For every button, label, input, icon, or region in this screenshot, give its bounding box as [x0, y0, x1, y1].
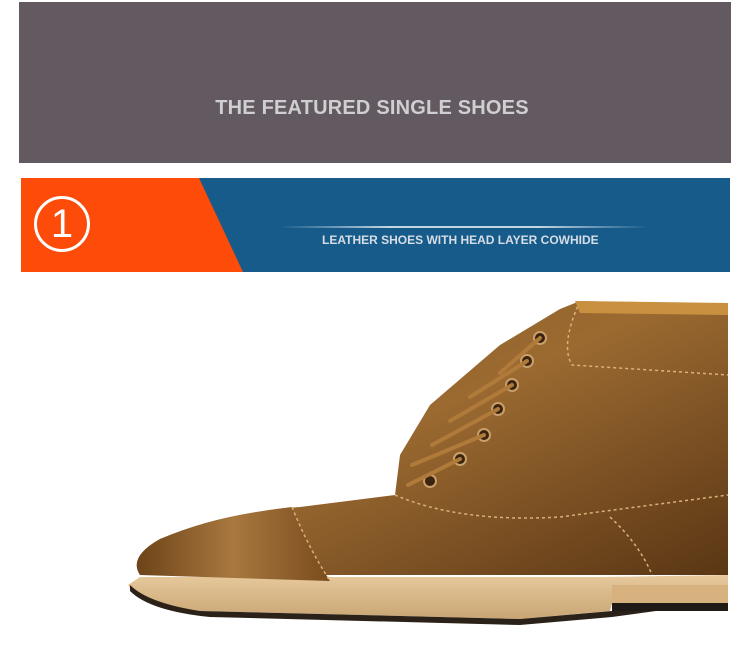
featured-banner: THE FEATURED SINGLE SHOES [19, 2, 731, 163]
boot-image [128, 300, 729, 625]
section-number-badge: 1 [34, 196, 90, 252]
divider-line [279, 226, 649, 228]
featured-title: THE FEATURED SINGLE SHOES [215, 97, 529, 119]
section-header-bar: 1 LEATHER SHOES WITH HEAD LAYER COWHIDE [21, 178, 730, 272]
section-subtitle: LEATHER SHOES WITH HEAD LAYER COWHIDE [322, 233, 599, 247]
